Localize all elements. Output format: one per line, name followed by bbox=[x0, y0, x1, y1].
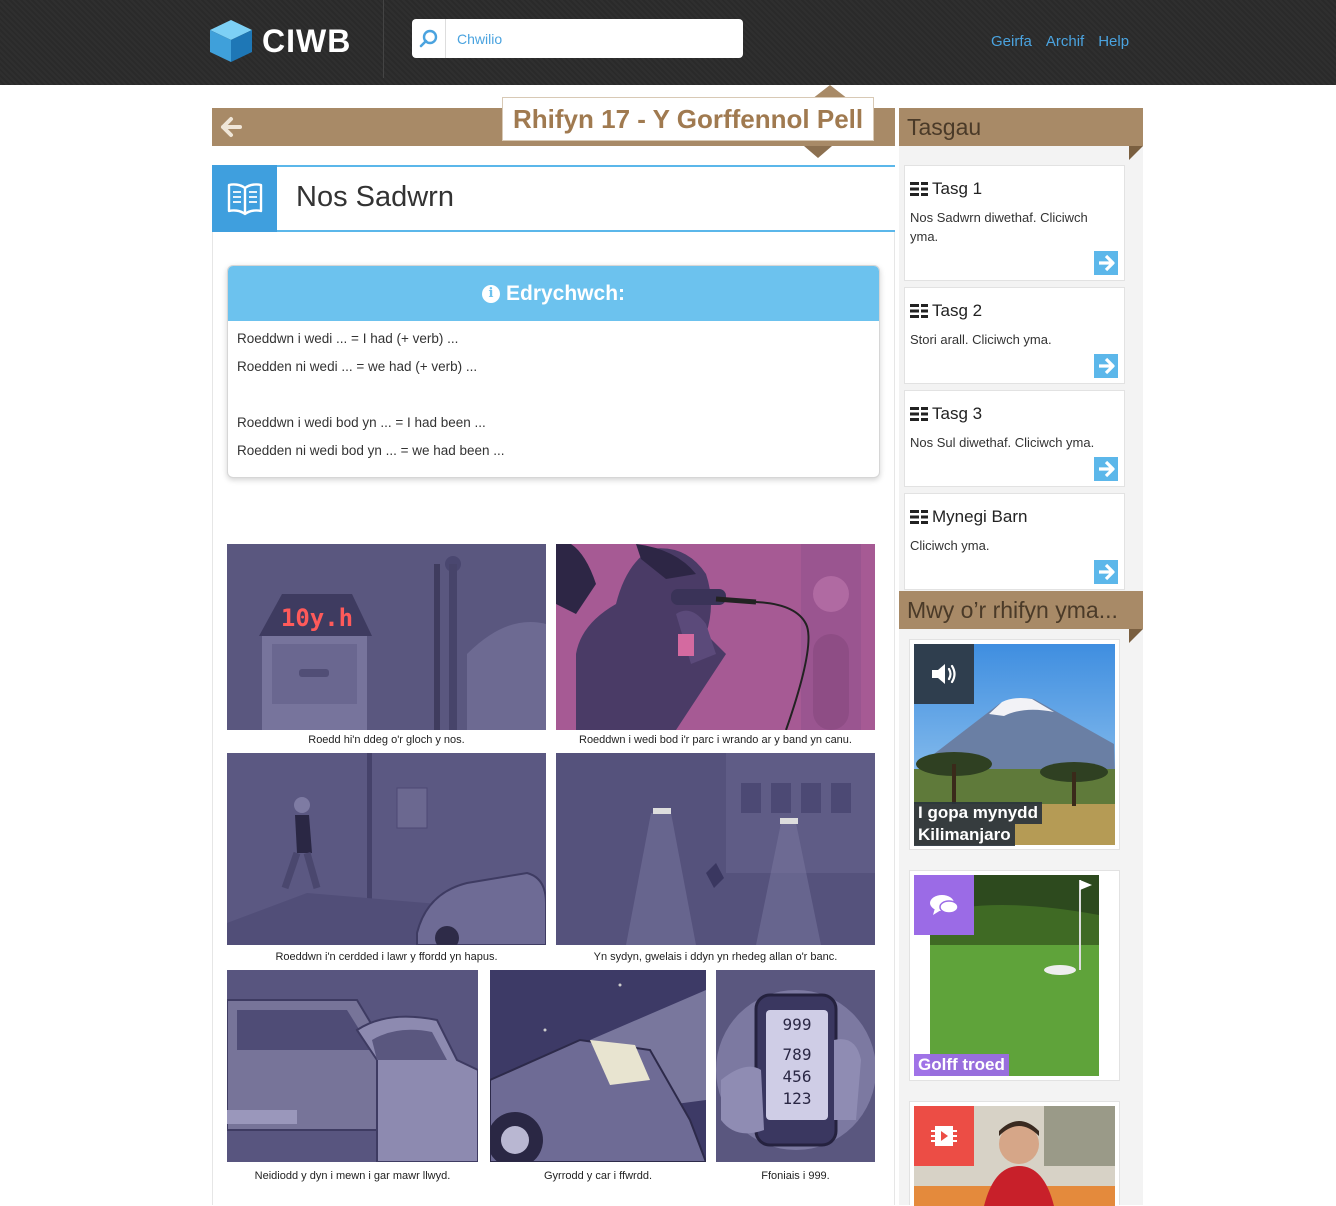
list-icon bbox=[910, 182, 928, 196]
speaker-icon bbox=[914, 644, 974, 704]
comic-panel-clock: 10y.h bbox=[227, 544, 546, 730]
comic-caption: Yn sydyn, gwelais i ddyn yn rhedeg allan… bbox=[593, 951, 838, 963]
back-arrow-icon[interactable] bbox=[220, 116, 242, 138]
card-label: I gopa mynydd bbox=[914, 802, 1042, 824]
task-title: Tasg 3 bbox=[932, 404, 983, 423]
logo[interactable]: CIWB bbox=[208, 18, 351, 64]
task-title: Tasg 2 bbox=[932, 301, 983, 320]
callout-line bbox=[237, 387, 870, 415]
nav-link-help[interactable]: Help bbox=[1098, 33, 1129, 50]
search-box bbox=[412, 19, 743, 58]
logo-text: CIWB bbox=[262, 22, 352, 59]
more-heading: Mwy o’r rhifyn yma... bbox=[899, 591, 1143, 629]
comic-panel-drive bbox=[490, 970, 706, 1162]
callout-line: Roedden ni wedi bod yn ... = we had been… bbox=[237, 443, 505, 458]
list-icon bbox=[910, 304, 928, 318]
phone-keys: 789 bbox=[783, 1045, 812, 1064]
nav-link-geirfa[interactable]: Geirfa bbox=[991, 33, 1032, 50]
task-title: Mynegi Barn bbox=[932, 507, 1028, 526]
top-nav: Geirfa Archif Help bbox=[991, 33, 1129, 50]
cube-icon bbox=[208, 18, 254, 64]
task-card[interactable]: Mynegi Barn Cliciwch yma. bbox=[904, 493, 1125, 590]
top-bar: CIWB Geirfa Archif Help bbox=[0, 0, 1336, 85]
comic-caption: Roeddwn i'n cerdded i lawr y ffordd yn h… bbox=[275, 951, 498, 963]
feature-card-video[interactable] bbox=[909, 1101, 1120, 1206]
task-title: Tasg 1 bbox=[932, 179, 983, 198]
callout-header: i Edrychwch: bbox=[228, 266, 879, 321]
list-icon bbox=[910, 407, 928, 421]
comic-caption: Roeddwn i wedi bod i'r parc i wrando ar … bbox=[579, 734, 852, 746]
book-icon bbox=[212, 165, 277, 232]
phone-keys: 123 bbox=[783, 1089, 812, 1108]
card-label: Golff troed bbox=[914, 1054, 1009, 1076]
task-card[interactable]: Tasg 2 Stori arall. Cliciwch yma. bbox=[904, 287, 1125, 384]
task-card[interactable]: Tasg 3 Nos Sul diwethaf. Cliciwch yma. bbox=[904, 390, 1125, 487]
comic-panel-phone: 999 789 456 123 bbox=[716, 970, 875, 1162]
clock-display: 10y.h bbox=[281, 604, 353, 632]
ribbon-fold bbox=[1129, 146, 1143, 160]
search-icon[interactable] bbox=[412, 19, 446, 58]
task-card[interactable]: Tasg 1 Nos Sadwrn diwethaf. Cliciwch yma… bbox=[904, 165, 1125, 281]
arrow-right-icon[interactable] bbox=[1094, 457, 1118, 481]
comic-panel-walking bbox=[227, 753, 546, 945]
divider bbox=[383, 0, 384, 78]
tasks-heading: Tasgau bbox=[899, 108, 1143, 146]
phone-keys: 456 bbox=[783, 1067, 812, 1086]
nav-link-archif[interactable]: Archif bbox=[1046, 33, 1084, 50]
callout-line: Roedden ni wedi ... = we had (+ verb) ..… bbox=[237, 359, 478, 374]
callout-line: Roeddwn i wedi bod yn ... = I had been .… bbox=[237, 415, 486, 430]
arrow-right-icon[interactable] bbox=[1094, 354, 1118, 378]
section-title: Nos Sadwrn bbox=[296, 181, 454, 213]
arrow-right-icon[interactable] bbox=[1094, 560, 1118, 584]
card-label: Kilimanjaro bbox=[914, 824, 1015, 846]
arrow-right-icon[interactable] bbox=[1094, 251, 1118, 275]
callout-heading: Edrychwch: bbox=[505, 281, 626, 305]
task-description: Nos Sul diwethaf. Cliciwch yma. bbox=[910, 435, 1095, 450]
feature-card-kilimanjaro[interactable]: I gopa mynydd Kilimanjaro bbox=[909, 639, 1120, 850]
comic-caption: Roedd hi'n ddeg o'r gloch y nos. bbox=[308, 734, 465, 746]
grammar-callout: i Edrychwch: Roeddwn i wedi ... = I had … bbox=[227, 265, 880, 478]
ribbon-fold bbox=[804, 146, 832, 158]
comic-panel-car bbox=[227, 970, 478, 1162]
issue-title: Rhifyn 17 - Y Gorffennol Pell bbox=[502, 97, 875, 141]
list-icon bbox=[910, 510, 928, 524]
feature-card-golff[interactable]: Golff troed bbox=[909, 870, 1120, 1081]
search-input[interactable] bbox=[446, 30, 736, 47]
callout-line: Roeddwn i wedi ... = I had (+ verb) ... bbox=[237, 331, 459, 346]
callout-body: Roeddwn i wedi ... = I had (+ verb) ... … bbox=[228, 321, 879, 477]
comic-caption: Ffoniais i 999. bbox=[761, 1170, 830, 1182]
task-description: Stori arall. Cliciwch yma. bbox=[910, 332, 1052, 347]
chat-icon bbox=[914, 875, 974, 935]
comic-caption: Neidiodd y dyn i mewn i gar mawr llwyd. bbox=[254, 1170, 451, 1182]
comic-panel-singer bbox=[556, 544, 875, 730]
task-description: Cliciwch yma. bbox=[910, 538, 990, 553]
video-icon bbox=[914, 1106, 974, 1166]
ribbon-fold bbox=[1129, 629, 1143, 643]
info-icon: i bbox=[481, 284, 500, 303]
comic-panel-bank bbox=[556, 753, 875, 945]
comic-caption: Gyrrodd y car i ffwrdd. bbox=[544, 1170, 652, 1182]
phone-display: 999 bbox=[783, 1015, 812, 1034]
task-description: Nos Sadwrn diwethaf. Cliciwch yma. bbox=[910, 210, 1088, 244]
